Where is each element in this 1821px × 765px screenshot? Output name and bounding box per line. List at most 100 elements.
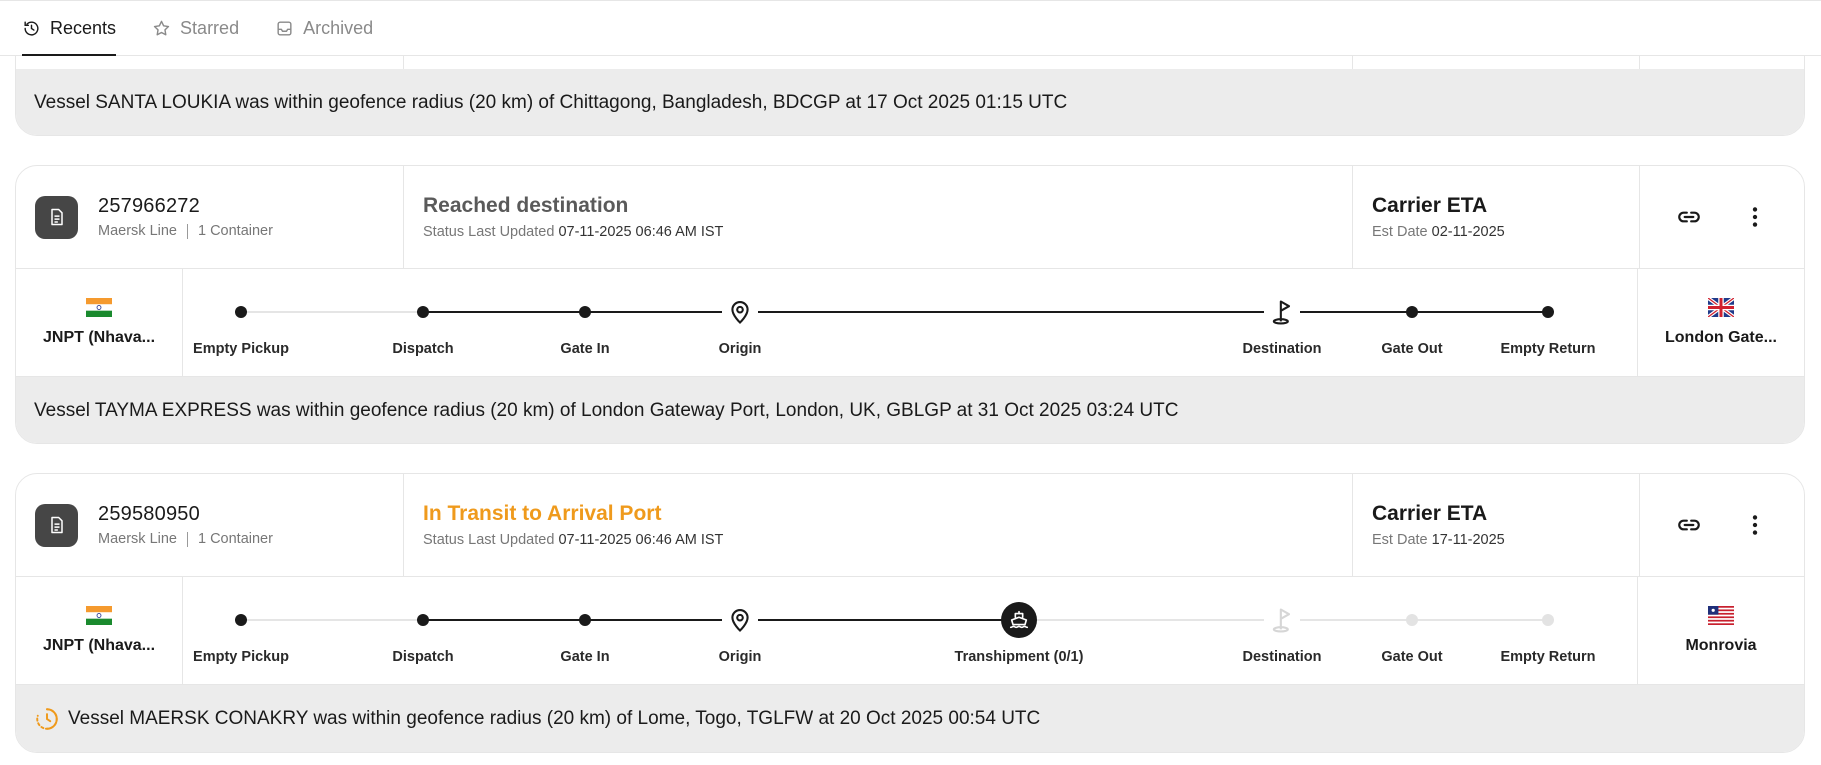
carrier-name: Maersk Line [98, 223, 177, 239]
document-icon [35, 503, 78, 547]
track-segment [241, 311, 423, 313]
milestone-node[interactable] [417, 306, 429, 318]
uk-flag-icon [1708, 298, 1734, 317]
milestone-dot [235, 614, 247, 626]
milestone-dot [579, 614, 591, 626]
milestone-node[interactable] [1264, 606, 1300, 634]
actions-cell [1640, 474, 1804, 576]
ship-icon [1009, 610, 1029, 629]
milestone-node[interactable] [235, 306, 247, 318]
document-icon [35, 195, 78, 239]
more-vertical-icon[interactable] [1742, 204, 1768, 230]
track-segment [423, 311, 585, 313]
milestone-tracker: JNPT (Nhava... Empty Pickup Dispatch Gat… [16, 577, 1804, 685]
clock-icon [36, 708, 58, 730]
track-segment [1412, 619, 1548, 621]
milestone-dot [1542, 614, 1554, 626]
track-segment [740, 619, 1019, 621]
milestone-label: Dispatch [392, 649, 454, 665]
milestone-node[interactable] [1406, 306, 1418, 318]
milestone-label: Dispatch [392, 341, 454, 357]
status-cell: In Transit to Arrival Port Status Last U… [404, 474, 1353, 576]
tab-archived[interactable]: Archived [275, 1, 373, 55]
milestone-label: Destination [1242, 341, 1322, 357]
milestone-dot [417, 614, 429, 626]
track-segment [1282, 619, 1412, 621]
tab-label: Archived [303, 17, 374, 38]
milestone-label: Gate Out [1381, 341, 1443, 357]
origin-port: JNPT (Nhava... [16, 269, 183, 376]
status-updated-value: 07-11-2025 06:46 AM IST [558, 532, 724, 548]
track-segment [1282, 311, 1412, 313]
track-segment [241, 619, 423, 621]
shipment-status: In Transit to Arrival Port [423, 502, 662, 525]
container-count: 1 Container [197, 223, 273, 239]
eta-title: Carrier ETA [1372, 194, 1488, 217]
track-segment [585, 619, 740, 621]
shipment-card[interactable]: 259580950 Maersk Line 1 Container In Tra… [15, 473, 1805, 753]
divider [186, 531, 188, 547]
milestone-node[interactable] [722, 298, 758, 326]
milestone-dot [235, 306, 247, 318]
divider [186, 223, 188, 239]
milestone-label: Gate Out [1381, 649, 1443, 665]
milestone-label: Gate In [560, 649, 610, 665]
message-text: Vessel TAYMA EXPRESS was within geofence… [34, 399, 1179, 421]
milestone-node[interactable] [235, 614, 247, 626]
track-segment [423, 619, 585, 621]
eta-date: 02-11-2025 [1431, 224, 1505, 240]
link-icon[interactable] [1676, 204, 1702, 230]
reference-number[interactable]: 257966272 [98, 195, 273, 218]
tab-label: Starred [180, 17, 240, 38]
eta-label: Est Date [1372, 532, 1428, 548]
milestone-dot [1406, 306, 1418, 318]
carrier-name: Maersk Line [98, 531, 177, 547]
milestone-track: Empty Pickup Dispatch Gate In Origin Tra… [183, 577, 1637, 684]
more-vertical-icon[interactable] [1742, 512, 1768, 538]
milestone-node[interactable] [722, 606, 758, 634]
milestone-node[interactable] [1542, 306, 1554, 318]
milestone-label: Transhipment (0/1) [954, 649, 1084, 665]
india-flag-icon [86, 606, 112, 625]
geofence-message: Vessel SANTA LOUKIA was within geofence … [16, 69, 1804, 135]
origin-port-name: JNPT (Nhava... [42, 637, 156, 654]
eta-label: Est Date [1372, 224, 1428, 240]
milestone-node[interactable] [1264, 298, 1300, 326]
eta-date: 17-11-2025 [1431, 532, 1505, 548]
track-segment [1019, 619, 1282, 621]
actions-cell [1640, 166, 1804, 268]
track-segment [585, 311, 740, 313]
shipment-card[interactable]: 257966272 Maersk Line 1 Container Reache… [15, 165, 1805, 444]
shipment-status: Reached destination [423, 194, 629, 217]
shipment-reference-cell: 259580950 Maersk Line 1 Container [16, 474, 404, 576]
milestone-label: Origin [718, 341, 762, 357]
milestone-node[interactable] [417, 614, 429, 626]
milestone-label: Destination [1242, 649, 1322, 665]
message-text: Vessel MAERSK CONAKRY was within geofenc… [68, 708, 1041, 729]
status-updated-label: Status Last Updated [423, 224, 555, 240]
reference-number[interactable]: 259580950 [98, 503, 273, 526]
link-icon[interactable] [1676, 512, 1702, 538]
tab-recents[interactable]: Recents [22, 1, 117, 56]
status-updated-label: Status Last Updated [423, 532, 555, 548]
milestone-track: Empty Pickup Dispatch Gate In Origin Des… [183, 269, 1637, 376]
track-segment [740, 311, 1282, 313]
origin-port: JNPT (Nhava... [16, 577, 183, 684]
milestone-node[interactable] [1542, 614, 1554, 626]
eta-cell: Carrier ETA Est Date 02-11-2025 [1353, 166, 1640, 268]
tab-label: Recents [50, 17, 117, 38]
milestone-node-current[interactable] [1001, 602, 1037, 638]
destination-port: Monrovia [1637, 577, 1804, 684]
milestone-tracker: JNPT (Nhava... Empty Pickup Dispatch Gat… [16, 269, 1804, 377]
india-flag-icon [86, 298, 112, 317]
message-text: Vessel SANTA LOUKIA was within geofence … [34, 92, 1068, 113]
status-cell: Reached destination Status Last Updated … [404, 166, 1353, 268]
milestone-dot [1406, 614, 1418, 626]
milestone-node[interactable] [1406, 614, 1418, 626]
tab-starred[interactable]: Starred [152, 1, 239, 55]
card-header: 259580950 Maersk Line 1 Container In Tra… [16, 474, 1804, 577]
milestone-node[interactable] [579, 306, 591, 318]
milestone-node[interactable] [579, 614, 591, 626]
shipment-reference-cell: 257966272 Maersk Line 1 Container [16, 166, 404, 268]
inbox-icon [277, 20, 292, 36]
